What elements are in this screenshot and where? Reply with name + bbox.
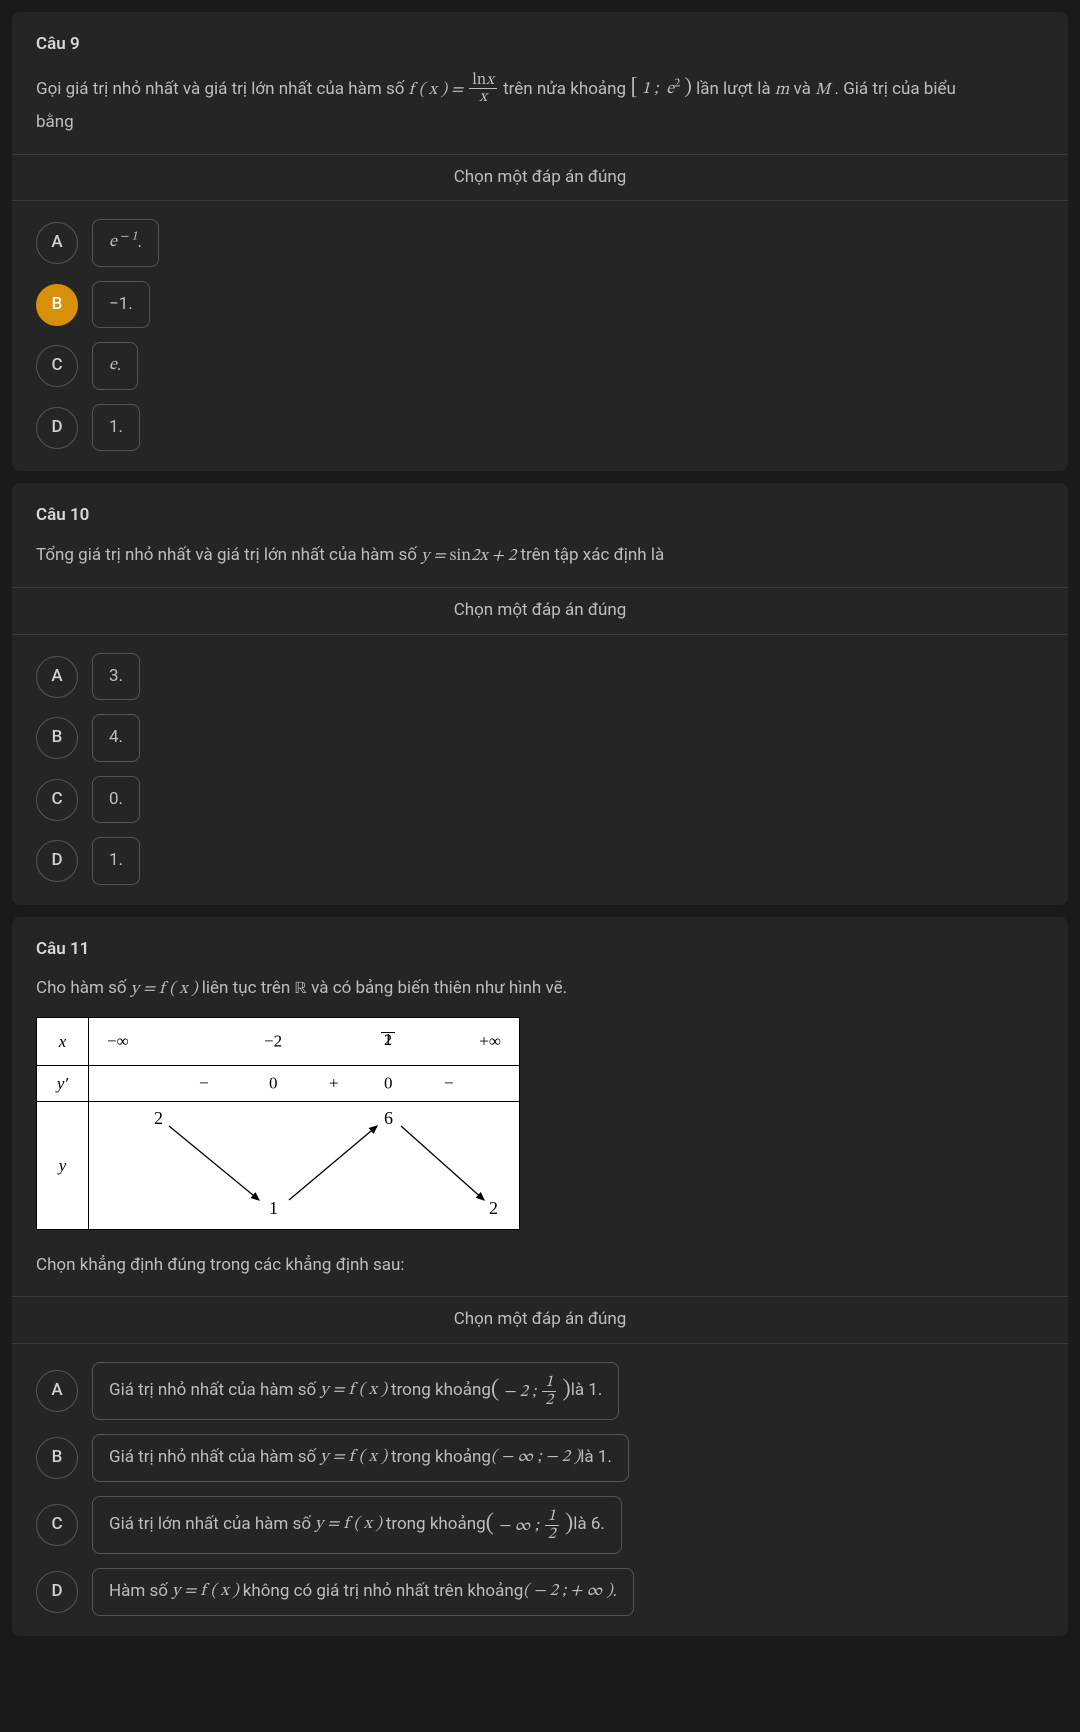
text: bằng: [36, 110, 1044, 136]
function-fx: f ( x ) =: [409, 81, 468, 98]
question-11: Câu 11 Cho hàm số y = f ( x ) liên tục t…: [12, 917, 1068, 1636]
question-subtext: Chọn khẳng định đúng trong các khẳng địn…: [36, 1253, 1044, 1279]
option-D: D Hàm số y = f ( x ) không có giá trị nh…: [36, 1568, 1044, 1616]
option-letter[interactable]: D: [36, 840, 78, 882]
option-letter[interactable]: C: [36, 779, 78, 821]
question-title: Câu 10: [36, 503, 1044, 529]
option-letter[interactable]: D: [36, 407, 78, 449]
variation-arrows: 2 1 6 2: [89, 1102, 519, 1222]
option-C: C 0.: [36, 776, 1044, 824]
y-values: 2 1 6 2: [89, 1101, 520, 1230]
option-letter[interactable]: B: [36, 284, 78, 326]
option-letter[interactable]: B: [36, 1437, 78, 1479]
var-M: M: [815, 81, 830, 98]
text: lần lượt là: [696, 78, 775, 98]
option-body[interactable]: Giá trị nhỏ nhất của hàm số y = f ( x ) …: [92, 1362, 619, 1420]
option-body[interactable]: 4.: [92, 714, 140, 762]
text: và có bảng biến thiên như hình vẽ.: [311, 978, 567, 998]
options: A 3. B 4. C 0. D 1.: [36, 653, 1044, 885]
question-text: Cho hàm số y = f ( x ) liên tục trên ℝ v…: [36, 976, 1044, 1003]
text: . Giá trị của biểu: [835, 78, 956, 98]
val-2: 2: [154, 1108, 163, 1128]
instruction: Chọn một đáp án đúng: [12, 587, 1068, 635]
option-letter[interactable]: A: [36, 1370, 78, 1412]
option-letter[interactable]: C: [36, 1504, 78, 1546]
option-body[interactable]: 1.: [92, 837, 140, 885]
instruction: Chọn một đáp án đúng: [12, 154, 1068, 202]
option-D: D 1.: [36, 404, 1044, 452]
option-C: C Giá trị lớn nhất của hàm số y = f ( x …: [36, 1496, 1044, 1554]
text: trên nửa khoảng: [503, 78, 630, 98]
option-letter[interactable]: A: [36, 656, 78, 698]
x-values: −∞ −2 12 +∞: [89, 1017, 520, 1065]
option-D: D 1.: [36, 837, 1044, 885]
option-body[interactable]: e − 1.: [92, 219, 159, 267]
option-body[interactable]: 3.: [92, 653, 140, 701]
option-body[interactable]: 1.: [92, 404, 140, 452]
option-C: C e.: [36, 342, 1044, 390]
function: y = sin2x + 2: [421, 548, 516, 565]
question-text: Gọi giá trị nhỏ nhất và giá trị lớn nhất…: [36, 72, 1044, 107]
option-B: B Giá trị nhỏ nhất của hàm số y = f ( x …: [36, 1434, 1044, 1482]
set-R: ℝ: [295, 981, 307, 998]
question-10: Câu 10 Tổng giá trị nhỏ nhất và giá trị …: [12, 483, 1068, 905]
x-label: x: [37, 1017, 89, 1065]
question-text: Tổng giá trị nhỏ nhất và giá trị lớn nhấ…: [36, 543, 1044, 570]
options: A e − 1. B −1. C e. D 1.: [36, 219, 1044, 451]
option-A: A e − 1.: [36, 219, 1044, 267]
option-body[interactable]: 0.: [92, 776, 140, 824]
text: Tổng giá trị nhỏ nhất và giá trị lớn nhấ…: [36, 545, 421, 565]
question-title: Câu 11: [36, 937, 1044, 963]
val-1: 1: [269, 1198, 278, 1218]
text: và: [794, 78, 816, 98]
y-label: y: [37, 1101, 89, 1230]
question-title: Câu 9: [36, 32, 1044, 58]
text: Gọi giá trị nhỏ nhất và giá trị lớn nhất…: [36, 78, 409, 98]
option-body[interactable]: Giá trị nhỏ nhất của hàm số y = f ( x ) …: [92, 1434, 629, 1482]
option-B: B 4.: [36, 714, 1044, 762]
options: A Giá trị nhỏ nhất của hàm số y = f ( x …: [36, 1362, 1044, 1616]
question-9: Câu 9 Gọi giá trị nhỏ nhất và giá trị lớ…: [12, 12, 1068, 471]
option-letter[interactable]: B: [36, 717, 78, 759]
option-body[interactable]: Giá trị lớn nhất của hàm số y = f ( x ) …: [92, 1496, 622, 1554]
interval: [ 1 ; e2 ): [630, 81, 692, 98]
option-letter[interactable]: D: [36, 1571, 78, 1613]
val-6: 6: [384, 1108, 393, 1128]
yprime-label: y′: [37, 1065, 89, 1101]
yprime-values: − 0 + 0 −: [89, 1065, 520, 1101]
option-A: A Giá trị nhỏ nhất của hàm số y = f ( x …: [36, 1362, 1044, 1420]
fraction: lnx x: [469, 72, 497, 107]
option-B: B −1.: [36, 281, 1044, 329]
val-2b: 2: [489, 1198, 498, 1218]
variation-table: x −∞ −2 12 +∞ y′ − 0 + 0 − y: [36, 1017, 520, 1231]
option-letter[interactable]: C: [36, 345, 78, 387]
function: y = f ( x ): [131, 981, 198, 998]
option-body[interactable]: e.: [92, 342, 138, 390]
option-A: A 3.: [36, 653, 1044, 701]
instruction: Chọn một đáp án đúng: [12, 1296, 1068, 1344]
option-body[interactable]: −1.: [92, 281, 150, 329]
text: liên tục trên: [202, 978, 295, 998]
option-body[interactable]: Hàm số y = f ( x ) không có giá trị nhỏ …: [92, 1568, 634, 1616]
text: trên tập xác định là: [520, 545, 664, 565]
option-letter[interactable]: A: [36, 222, 78, 264]
var-m: m: [775, 81, 789, 98]
text: Cho hàm số: [36, 978, 131, 998]
